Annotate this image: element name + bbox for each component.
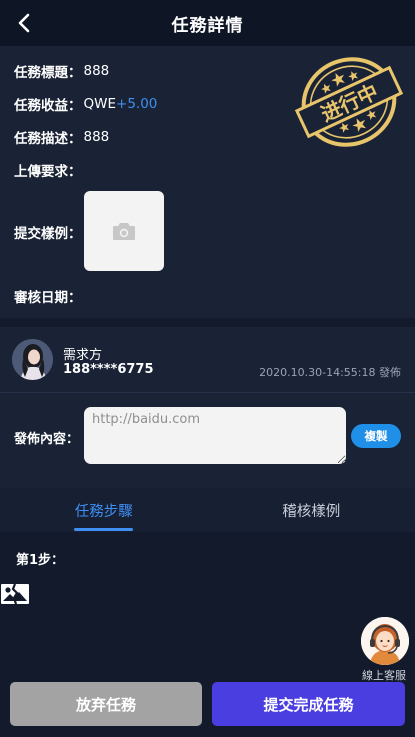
camera-icon [113, 223, 135, 240]
tab-bar: 任務步驟 稽核樣例 [0, 488, 415, 532]
tab-review-samples[interactable]: 稽核樣例 [208, 488, 415, 532]
header-bar: 任務詳情 [0, 0, 415, 46]
review-date-label: 審核日期： [14, 290, 82, 306]
task-desc-value: 888 [83, 129, 110, 145]
publisher-name: 需求方 [63, 348, 103, 363]
task-info-card: 任務標題： 888 任務收益： QWE +5.00 任務描述： 888 上傳要求… [0, 46, 415, 318]
chevron-left-icon [18, 13, 30, 33]
review-date-row: 審核日期： [14, 286, 82, 306]
task-reward-label: 任務收益： [14, 98, 82, 114]
task-desc-label: 任務描述： [14, 131, 82, 147]
sample-row: 提交樣例： [14, 222, 82, 242]
publisher-card: 需求方 188****6775 2020.10.30-14:55:18 發佈 發… [0, 327, 415, 488]
step-label: 第1步： [16, 553, 65, 568]
submit-task-button[interactable]: 提交完成任務 [212, 682, 405, 726]
customer-service-label: 線上客服 [362, 669, 406, 682]
avatar [12, 339, 53, 380]
publish-date: 2020.10.30-14:55:18 發佈 [259, 366, 401, 379]
content-label: 發佈內容： [14, 432, 80, 447]
task-desc-row: 任務描述： 888 [14, 127, 109, 147]
status-stamp: 进行中 [294, 57, 404, 147]
avatar-image [12, 339, 53, 380]
task-title-label: 任務標題： [14, 65, 82, 81]
upload-requirement-label: 上傳要求： [14, 164, 82, 180]
task-detail-page: 任務詳情 任務標題： 888 任務收益： QWE +5.00 任務描述： 888… [0, 0, 415, 737]
customer-service-button[interactable]: 線上客服 [360, 617, 412, 683]
content-field[interactable] [84, 407, 346, 464]
customer-service-icon [361, 617, 409, 665]
back-button[interactable] [10, 9, 38, 37]
sample-label: 提交樣例： [14, 226, 82, 242]
sample-upload-box[interactable] [84, 191, 164, 271]
abandon-task-button[interactable]: 放弃任務 [10, 682, 202, 726]
copy-button[interactable]: 複製 [351, 424, 401, 448]
task-reward-amount: +5.00 [116, 96, 158, 112]
tab-task-steps[interactable]: 任務步驟 [0, 488, 208, 532]
task-title-value: 888 [83, 63, 110, 79]
task-reward-currency: QWE [83, 96, 117, 112]
upload-requirement-row: 上傳要求： [14, 160, 82, 180]
page-title: 任務詳情 [171, 15, 244, 36]
publisher-phone: 188****6775 [63, 362, 154, 377]
tab-active-indicator [74, 528, 133, 531]
task-title-row: 任務標題： 888 [14, 61, 109, 81]
task-reward-row: 任務收益： QWE +5.00 [14, 94, 157, 114]
divider [0, 392, 415, 393]
broken-image-icon[interactable] [0, 582, 30, 606]
